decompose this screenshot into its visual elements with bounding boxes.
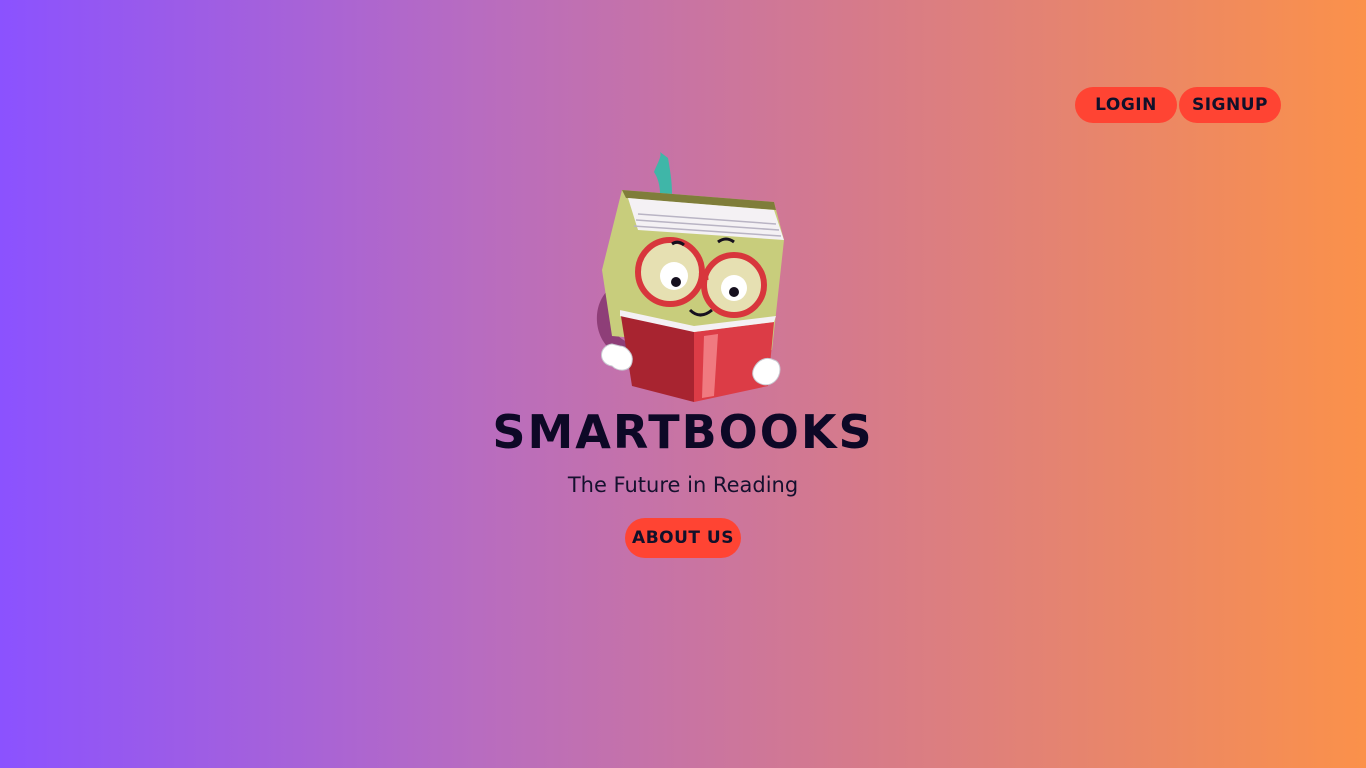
about-us-button[interactable]: ABOUT US	[625, 518, 741, 558]
tagline: The Future in Reading	[567, 473, 799, 497]
top-nav: LOGIN SIGNUP	[1075, 87, 1281, 123]
brand-name: SMARTBOOKS	[492, 405, 874, 459]
login-button[interactable]: LOGIN	[1075, 87, 1177, 123]
signup-button[interactable]: SIGNUP	[1179, 87, 1281, 123]
hero-section: SMARTBOOKS The Future in Reading ABOUT U…	[0, 150, 1366, 558]
book-mascot-icon	[596, 152, 784, 402]
